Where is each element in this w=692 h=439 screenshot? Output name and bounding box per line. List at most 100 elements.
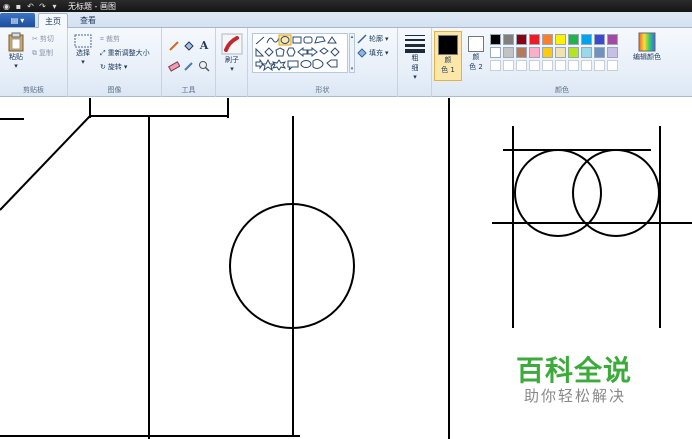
color2-label-2: 色 2 [469,63,483,71]
color-swatch[interactable] [490,60,501,71]
chevron-down-icon: ▾ [20,15,25,25]
size-label-1: 粗 [411,54,419,62]
color-swatch[interactable] [529,34,540,45]
save-icon[interactable]: ▪ [14,2,23,11]
color-swatch[interactable] [568,60,579,71]
color-swatch[interactable] [503,47,514,58]
select-button[interactable]: 选择 ▾ [72,34,94,66]
color-swatch[interactable] [503,34,514,45]
cut-label: 剪切 [39,35,54,43]
pencil-icon[interactable] [168,40,180,52]
brushes-group: 刷子 ▾ [216,28,248,97]
chevron-down-icon: ▾ [14,62,18,70]
canvas-line [0,115,91,211]
rotate-button[interactable]: ↻ 旋转 ▾ [100,62,127,72]
window-title: 无标题 - 画图 [68,1,116,11]
shapes-scroll[interactable]: ▴ ▾ [349,33,355,73]
size-button[interactable]: 粗 细 ▾ [402,33,428,81]
watermark-title: 百科全说 [516,354,633,387]
fill-bucket-icon[interactable] [183,40,195,52]
copy-button[interactable]: ⧉ 复制 [32,48,53,58]
color-swatch[interactable] [490,34,501,45]
color1-label-1: 颜 [444,56,452,64]
shapes-group-label: 形状 [315,86,330,94]
brushes-button[interactable]: 刷子 ▾ [220,33,244,73]
fill-label: 填充 [369,49,383,57]
shapes-gallery-icons [255,34,340,72]
crop-button[interactable]: ⌗ 裁剪 [100,34,120,44]
colors-group: 颜 色 1 颜 色 2 编辑颜色 颜色 [432,28,692,97]
ribbon: 粘贴 ▾ ✂ 剪切 ⧉ 复制 剪贴板 选择 ▾ ⌗ 裁剪 ⤢ 重新调整大小 ↻ … [0,28,692,97]
color-swatch[interactable] [490,47,501,58]
resize-button[interactable]: ⤢ 重新调整大小 [100,48,150,58]
color-swatch[interactable] [594,34,605,45]
eraser-icon[interactable] [168,60,180,72]
image-group: 选择 ▾ ⌗ 裁剪 ⤢ 重新调整大小 ↻ 旋转 ▾ 图像 [68,28,162,97]
shapes-gallery [252,33,348,73]
color1-button[interactable]: 颜 色 1 [434,31,462,81]
outline-label: 轮廓 [369,35,383,43]
color1-label-2: 色 1 [441,66,455,74]
color-swatch[interactable] [542,60,553,71]
color2-swatch [468,36,484,52]
color2-button[interactable]: 颜 色 2 [464,31,488,81]
paste-icon [8,32,24,52]
color-swatch[interactable] [516,60,527,71]
color-swatch[interactable] [581,34,592,45]
color-swatch[interactable] [555,34,566,45]
crop-icon: ⌗ [100,34,104,43]
redo-icon[interactable]: ↷ [38,2,47,11]
watermark-subtitle: 助你轻松解决 [524,387,627,405]
file-menu-button[interactable]: ▤ ▾ [0,13,35,27]
color-swatch[interactable] [555,60,566,71]
color-swatch[interactable] [568,34,579,45]
copy-icon: ⧉ [32,48,37,57]
crop-label: 裁剪 [105,35,120,43]
quick-access-dropdown-icon[interactable]: ▾ [50,2,59,11]
ribbon-tab-row: ▤ ▾ 主页 查看 [0,12,692,29]
fill-icon [357,48,367,58]
color-swatch[interactable] [542,47,553,58]
edit-colors-icon [638,32,656,52]
color-swatch[interactable] [529,47,540,58]
color-swatch[interactable] [607,47,618,58]
chevron-down-icon: ▾ [123,63,128,71]
color-swatch[interactable] [594,47,605,58]
tools-group-label: 工具 [181,86,196,94]
text-tool-icon[interactable]: A [198,38,210,52]
color-picker-icon[interactable] [183,60,195,72]
resize-icon: ⤢ [100,48,106,57]
select-label: 选择 [76,49,90,57]
magnifier-icon[interactable] [198,60,210,72]
tab-view[interactable]: 查看 [74,13,102,28]
app-icon: ◉ [3,1,10,11]
outline-button[interactable]: 轮廓 ▾ [357,34,389,44]
color-swatch[interactable] [555,47,566,58]
color-swatch[interactable] [542,34,553,45]
color-swatch[interactable] [607,60,618,71]
select-icon [74,34,92,48]
color-swatch[interactable] [594,60,605,71]
color-swatch[interactable] [516,34,527,45]
scroll-up-icon: ▴ [350,34,354,40]
color-swatch[interactable] [516,47,527,58]
colors-group-label: 颜色 [555,86,569,94]
color-swatch[interactable] [529,60,540,71]
rotate-icon: ↻ [100,63,106,71]
color-swatch[interactable] [503,60,514,71]
color-swatch[interactable] [581,60,592,71]
paste-button[interactable]: 粘贴 ▾ [4,32,28,70]
color-swatch[interactable] [568,47,579,58]
cut-button[interactable]: ✂ 剪切 [32,34,54,44]
color-swatch[interactable] [581,47,592,58]
scissors-icon: ✂ [32,35,38,43]
size-group: 粗 细 ▾ [398,28,432,97]
fill-button[interactable]: 填充 ▾ [357,48,389,58]
resize-label: 重新调整大小 [107,49,150,57]
undo-icon[interactable]: ↶ [26,2,35,11]
file-menu-icon: ▤ [10,15,19,25]
color-swatch[interactable] [607,34,618,45]
tools-group: A 工具 [162,28,216,97]
edit-colors-button[interactable]: 编辑颜色 [630,32,664,62]
tab-home[interactable]: 主页 [38,13,68,29]
